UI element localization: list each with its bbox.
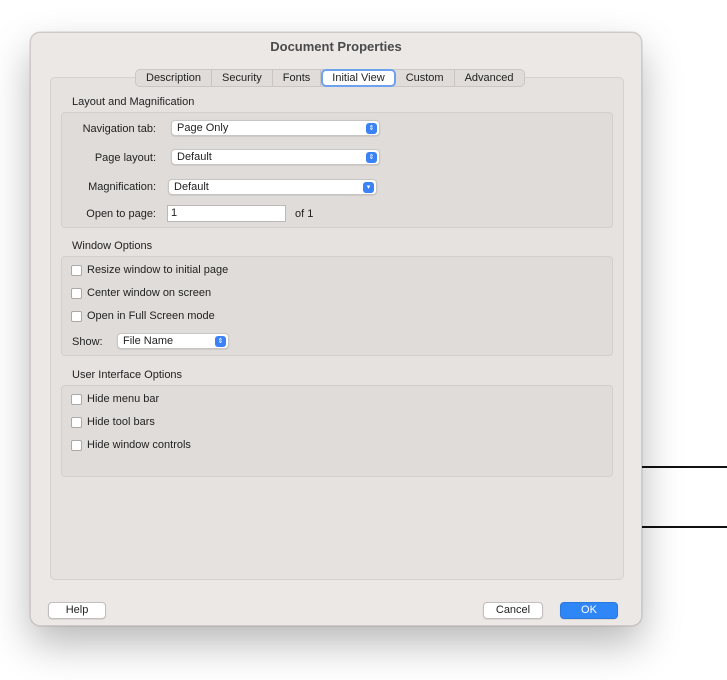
- tab-bar: Description Security Fonts Initial View …: [135, 69, 525, 87]
- hide-window-controls-label: Hide window controls: [87, 439, 191, 451]
- checkbox-box[interactable]: [71, 310, 82, 322]
- tab-advanced[interactable]: Advanced: [455, 70, 524, 86]
- resize-window-label: Resize window to initial page: [87, 264, 229, 276]
- full-screen-checkbox[interactable]: Open in Full Screen mode: [71, 310, 215, 322]
- chevron-updown-icon: ⇕: [215, 336, 226, 347]
- checkbox-box[interactable]: [71, 264, 82, 276]
- cancel-button[interactable]: Cancel: [483, 602, 543, 619]
- ok-button[interactable]: OK: [560, 602, 618, 619]
- page-layout-value: Default: [177, 151, 212, 163]
- center-window-label: Center window on screen: [87, 287, 212, 299]
- document-properties-dialog: Document Properties Description Security…: [30, 32, 642, 626]
- hide-menu-bar-label: Hide menu bar: [87, 393, 160, 405]
- hide-tool-bars-label: Hide tool bars: [87, 416, 155, 428]
- navigation-tab-select[interactable]: Page Only ⇕: [171, 120, 380, 136]
- background-line: [642, 466, 727, 468]
- checkbox-box[interactable]: [71, 393, 82, 405]
- dialog-title: Document Properties: [270, 39, 402, 54]
- tab-initial-view[interactable]: Initial View: [321, 69, 396, 87]
- help-button[interactable]: Help: [48, 602, 106, 619]
- navigation-tab-value: Page Only: [177, 122, 229, 134]
- background-line: [642, 526, 727, 528]
- page-layout-select[interactable]: Default ⇕: [171, 149, 380, 165]
- center-window-checkbox[interactable]: Center window on screen: [71, 287, 211, 299]
- navigation-tab-label: Navigation tab:: [82, 123, 156, 135]
- resize-window-checkbox[interactable]: Resize window to initial page: [71, 264, 228, 276]
- checkbox-box[interactable]: [71, 287, 82, 299]
- magnification-label: Magnification:: [88, 181, 156, 193]
- hide-window-controls-checkbox[interactable]: Hide window controls: [71, 439, 191, 451]
- chevron-updown-icon: ⇕: [366, 152, 377, 163]
- checkbox-box[interactable]: [71, 439, 82, 451]
- page-layout-label: Page layout:: [94, 152, 156, 164]
- hide-menu-bar-checkbox[interactable]: Hide menu bar: [71, 393, 159, 405]
- hide-tool-bars-checkbox[interactable]: Hide tool bars: [71, 416, 155, 428]
- tab-security[interactable]: Security: [212, 70, 273, 86]
- magnification-value: Default: [174, 181, 209, 193]
- chevron-updown-icon: ⇕: [366, 123, 377, 134]
- tab-custom[interactable]: Custom: [396, 70, 455, 86]
- open-to-page-input[interactable]: 1: [167, 205, 286, 222]
- page-count-label: of 1: [295, 208, 314, 220]
- full-screen-label: Open in Full Screen mode: [87, 310, 215, 322]
- checkbox-box[interactable]: [71, 416, 82, 428]
- layout-section-label: Layout and Magnification: [72, 96, 195, 108]
- tab-fonts[interactable]: Fonts: [273, 70, 322, 86]
- open-to-page-label: Open to page:: [86, 208, 156, 220]
- window-section-label: Window Options: [72, 240, 153, 252]
- ui-section-label: User Interface Options: [72, 369, 183, 381]
- magnification-select[interactable]: Default ▾: [168, 179, 377, 195]
- show-label: Show:: [72, 336, 103, 348]
- chevron-down-icon: ▾: [363, 182, 374, 193]
- tab-description[interactable]: Description: [136, 70, 213, 86]
- show-select[interactable]: File Name ⇕: [117, 333, 229, 349]
- show-value: File Name: [123, 335, 174, 347]
